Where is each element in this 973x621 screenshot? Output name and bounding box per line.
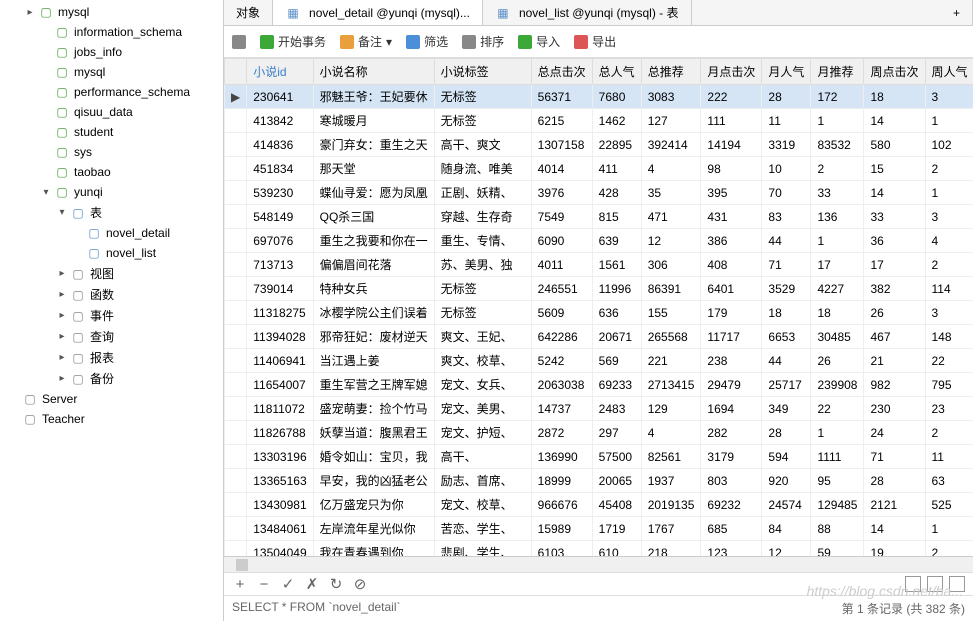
table-row[interactable]: 548149QQ杀三国穿越、生存奇75498154714318313633388… bbox=[225, 205, 973, 229]
column-header[interactable]: 周人气 bbox=[925, 59, 973, 85]
sort-button[interactable]: 排序 bbox=[462, 33, 504, 50]
tree-item[interactable]: ▢sys bbox=[0, 142, 223, 162]
table-toolbar: 开始事务 备注 ▾ 筛选 排序 导入 导出 bbox=[224, 26, 973, 58]
table-row[interactable]: 11394028邪帝狂妃：废材逆天爽文、王妃、64228620671265568… bbox=[225, 325, 973, 349]
tree-item[interactable]: ▸▢查询 bbox=[0, 326, 223, 347]
column-header[interactable]: 总点击次 bbox=[531, 59, 592, 85]
refresh-button[interactable]: ↻ bbox=[328, 575, 344, 593]
export-button[interactable]: 导出 bbox=[574, 33, 616, 50]
table-row[interactable]: 451834那天堂随身流、唯美4014411498102152031 bbox=[225, 157, 973, 181]
table-row[interactable]: 13303196婚令如山：宝贝，我高干、13699057500825613179… bbox=[225, 445, 973, 469]
tree-item[interactable]: ▾▢yunqi bbox=[0, 182, 223, 202]
tree-item[interactable]: ▢information_schema bbox=[0, 22, 223, 42]
data-grid[interactable]: 小说id小说名称小说标签总点击次总人气总推荐月点击次月人气月推荐周点击次周人气周… bbox=[224, 58, 973, 556]
column-header[interactable]: 月推荐 bbox=[811, 59, 864, 85]
column-header[interactable]: 月点击次 bbox=[701, 59, 762, 85]
apply-button[interactable]: ✓ bbox=[280, 575, 296, 593]
column-header[interactable]: 小说标签 bbox=[434, 59, 531, 85]
tree-item[interactable]: ▢Teacher bbox=[0, 409, 223, 429]
tab[interactable]: ▦novel_list @yunqi (mysql) - 表 bbox=[483, 0, 692, 25]
table-row[interactable]: 13365163早安，我的凶猛老公励志、首席、18999200651937803… bbox=[225, 469, 973, 493]
table-row[interactable]: 13504049我在青春遇到你悲剧、学生、6103610218123125919… bbox=[225, 541, 973, 557]
table-row[interactable]: 13484061左岸流年星光似你苦恋、学生、159891719176768584… bbox=[225, 517, 973, 541]
stop-button[interactable]: ⊘ bbox=[352, 575, 368, 593]
add-record-button[interactable]: + bbox=[232, 576, 248, 593]
record-info: 第 1 条记录 (共 382 条) bbox=[842, 600, 965, 617]
table-row[interactable]: ▶230641邪魅王爷：王妃要休无标签563717680308322228172… bbox=[225, 85, 973, 109]
add-tab-button[interactable]: + bbox=[941, 0, 973, 25]
tree-item[interactable]: ▢performance_schema bbox=[0, 82, 223, 102]
tree-item[interactable]: ▢qisuu_data bbox=[0, 102, 223, 122]
tree-item[interactable]: ▸▢视图 bbox=[0, 263, 223, 284]
tree-item[interactable]: ▢jobs_info bbox=[0, 42, 223, 62]
view-mode-detail-icon[interactable] bbox=[949, 576, 965, 592]
column-header[interactable]: 小说id bbox=[247, 59, 313, 85]
cancel-button[interactable]: ✗ bbox=[304, 575, 320, 593]
table-row[interactable]: 739014特种女兵无标签246551119968639164013529422… bbox=[225, 277, 973, 301]
tree-item[interactable]: ▢Server bbox=[0, 389, 223, 409]
note-button[interactable]: 备注 ▾ bbox=[340, 33, 392, 50]
column-header[interactable]: 总人气 bbox=[592, 59, 641, 85]
editor-tabs: 对象▦novel_detail @yunqi (mysql)...▦novel_… bbox=[224, 0, 973, 26]
table-row[interactable]: 11826788妖孽当道：腹黑君王宠文、护短、28722974282281242… bbox=[225, 421, 973, 445]
tree-item[interactable]: ▾▢表 bbox=[0, 202, 223, 223]
tree-item[interactable]: ▸▢报表 bbox=[0, 347, 223, 368]
view-mode-form-icon[interactable] bbox=[927, 576, 943, 592]
delete-record-button[interactable]: − bbox=[256, 576, 272, 593]
column-header[interactable]: 周点击次 bbox=[864, 59, 925, 85]
table-row[interactable]: 11654007重生军营之王牌军媳宠文、女兵、20630386923327134… bbox=[225, 373, 973, 397]
db-tree[interactable]: ▸▢mysql▢information_schema▢jobs_info▢mys… bbox=[0, 0, 224, 621]
table-row[interactable]: 11406941当江遇上姜爽文、校草、524256922123844262122… bbox=[225, 349, 973, 373]
table-row[interactable]: 11811072盛宠萌妻：捡个竹马宠文、美男、14737248312916943… bbox=[225, 397, 973, 421]
filter-button[interactable]: 筛选 bbox=[406, 33, 448, 50]
table-row[interactable]: 13430981亿万盛宠只为你宠文、校草、9666764540820191356… bbox=[225, 493, 973, 517]
table-row[interactable]: 713713偏偏眉间花落苏、美男、独4011156130640871171723… bbox=[225, 253, 973, 277]
table-row[interactable]: 413842寒城暖月无标签62151462127111111141073 bbox=[225, 109, 973, 133]
table-row[interactable]: 539230蝶仙寻爱：愿为凤凰正剧、妖精、3976428353957033141… bbox=[225, 181, 973, 205]
tree-item[interactable]: ▢novel_detail bbox=[0, 223, 223, 243]
column-header[interactable]: 总推荐 bbox=[641, 59, 701, 85]
tree-item[interactable]: ▸▢事件 bbox=[0, 305, 223, 326]
tree-item[interactable]: ▢novel_list bbox=[0, 243, 223, 263]
begin-transaction-button[interactable]: 开始事务 bbox=[260, 33, 326, 50]
tab[interactable]: 对象 bbox=[224, 0, 273, 25]
tree-item[interactable]: ▸▢mysql bbox=[0, 2, 223, 22]
view-mode-grid-icon[interactable] bbox=[905, 576, 921, 592]
table-row[interactable]: 697076重生之我要和你在一重生、专情、6090639123864413640… bbox=[225, 229, 973, 253]
column-header[interactable]: 月人气 bbox=[762, 59, 811, 85]
tab[interactable]: ▦novel_detail @yunqi (mysql)... bbox=[273, 0, 483, 25]
column-header[interactable]: 小说名称 bbox=[313, 59, 434, 85]
menu-button[interactable] bbox=[232, 35, 246, 49]
tree-item[interactable]: ▢taobao bbox=[0, 162, 223, 182]
table-row[interactable]: 414836豪门弃女：重生之天高干、爽文13071582289539241414… bbox=[225, 133, 973, 157]
tree-item[interactable]: ▢student bbox=[0, 122, 223, 142]
horizontal-scrollbar[interactable] bbox=[224, 556, 973, 572]
status-bar: SELECT * FROM `novel_detail` 第 1 条记录 (共 … bbox=[224, 595, 973, 621]
sql-text: SELECT * FROM `novel_detail` bbox=[232, 600, 401, 617]
tree-item[interactable]: ▸▢函数 bbox=[0, 284, 223, 305]
tree-item[interactable]: ▢mysql bbox=[0, 62, 223, 82]
record-nav-bar: + − ✓ ✗ ↻ ⊘ bbox=[224, 572, 973, 595]
table-row[interactable]: 11318275冰樱学院公主们误着无标签56096361551791818263… bbox=[225, 301, 973, 325]
import-button[interactable]: 导入 bbox=[518, 33, 560, 50]
tree-item[interactable]: ▸▢备份 bbox=[0, 368, 223, 389]
